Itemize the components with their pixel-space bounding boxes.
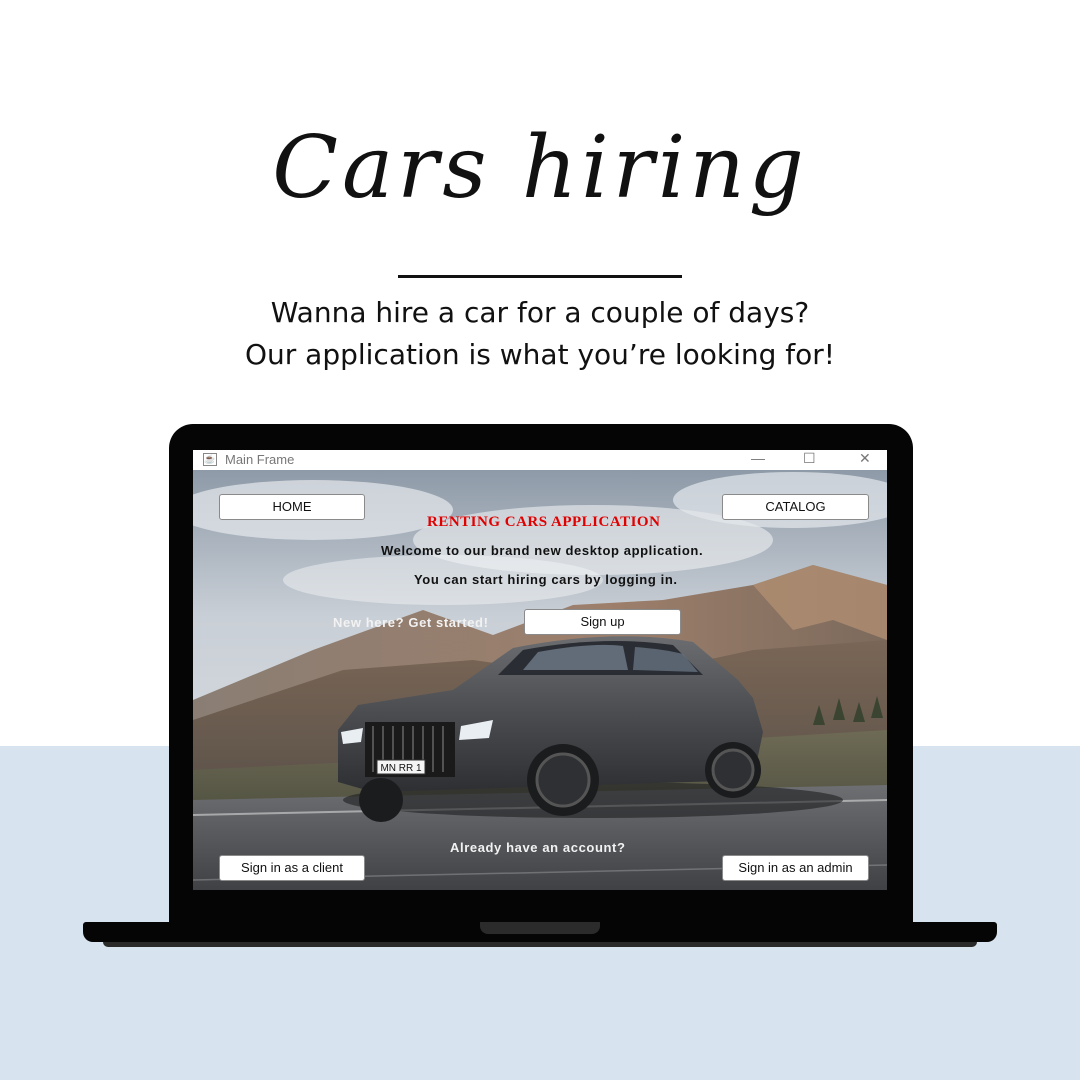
welcome-text: Welcome to our brand new desktop applica… [381,543,704,558]
tagline-line-1: Wanna hire a car for a couple of days? [270,296,810,329]
home-button[interactable]: HOME [219,494,365,520]
window-titlebar: ☕ Main Frame — ☐ ✕ [193,450,887,470]
catalog-button[interactable]: CATALOG [722,494,869,520]
new-here-text: New here? Get started! [333,615,489,630]
mountain-road-car-illustration: MN RR 1 [193,470,887,890]
window-title: Main Frame [225,452,295,467]
client-signin-button[interactable]: Sign in as a client [219,855,365,881]
laptop-base-shadow [103,942,977,947]
already-account-text: Already have an account? [450,840,626,855]
app-background-image: MN RR 1 HOME RENTING CARS APPLICATION CA… [193,470,887,890]
laptop-notch [480,922,600,934]
close-icon[interactable]: ✕ [859,450,871,467]
minimize-icon[interactable]: — [751,450,765,466]
start-text: You can start hiring cars by logging in. [414,572,678,587]
admin-signin-button[interactable]: Sign in as an admin [722,855,869,881]
java-app-icon: ☕ [203,453,217,466]
license-plate: MN RR 1 [380,763,422,774]
app-title: RENTING CARS APPLICATION [427,514,661,530]
title-underline [398,275,682,278]
laptop-screen: ☕ Main Frame — ☐ ✕ MN RR 1 HOME RENTING … [193,450,887,890]
page-title: Cars hiring [272,118,808,218]
signup-button[interactable]: Sign up [524,609,681,635]
maximize-icon[interactable]: ☐ [803,450,816,467]
tagline-line-2: Our application is what you’re looking f… [244,338,836,371]
